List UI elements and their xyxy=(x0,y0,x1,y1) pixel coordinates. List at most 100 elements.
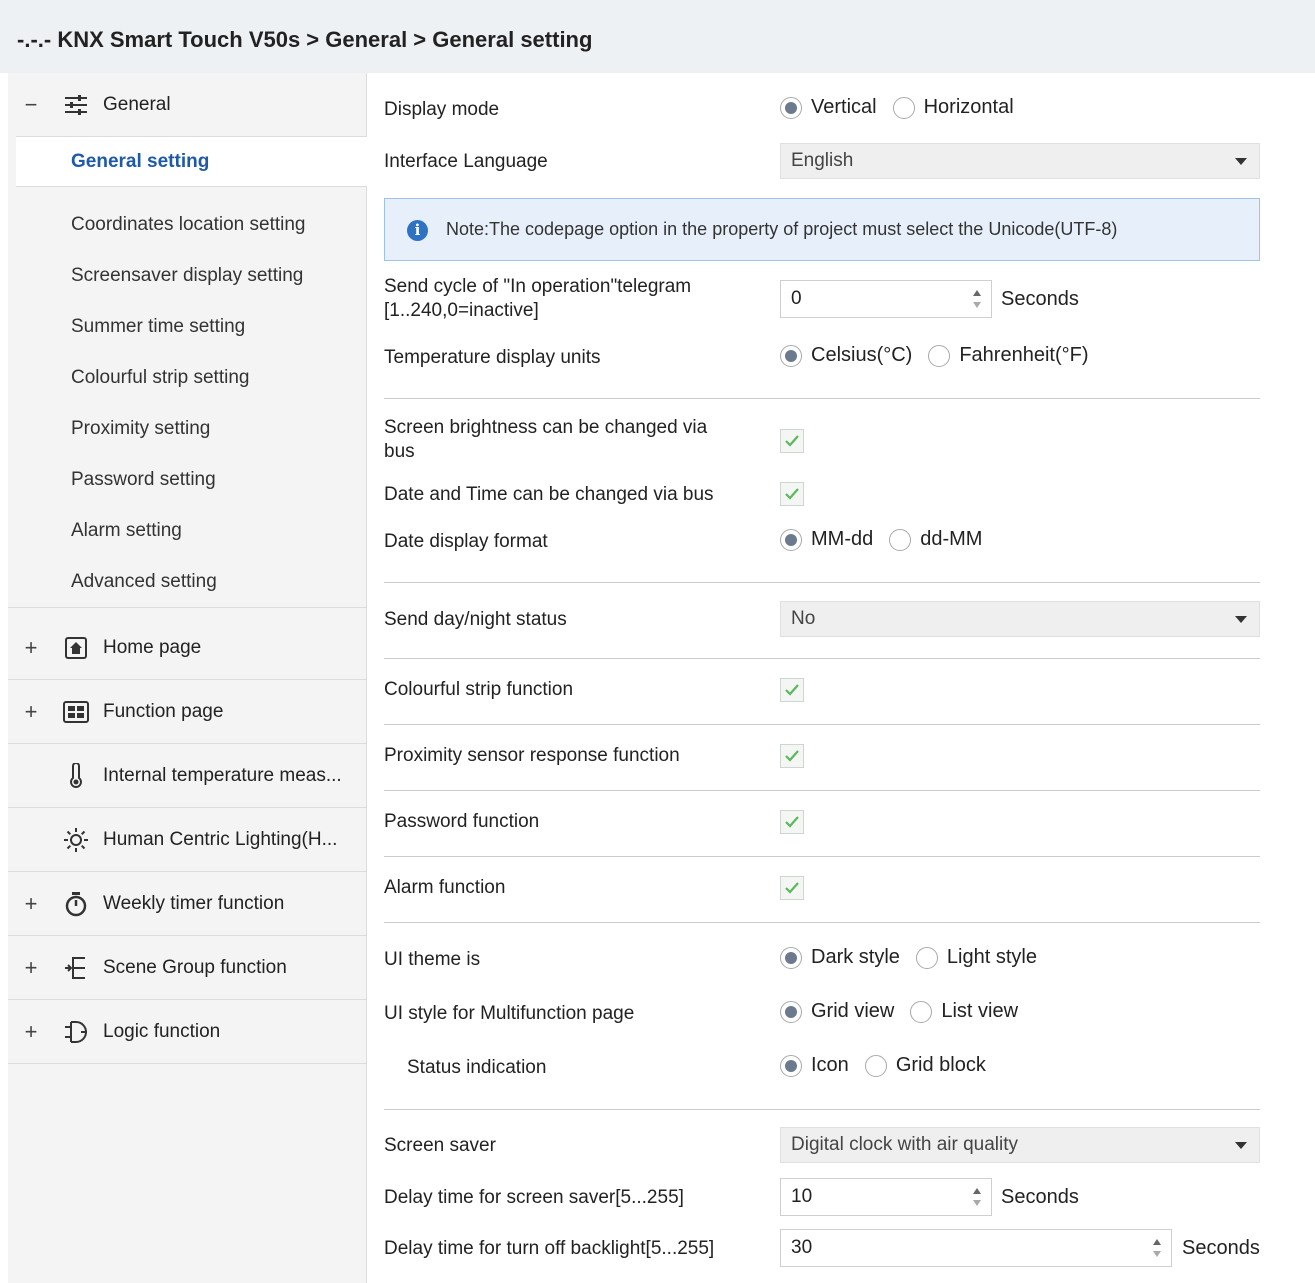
expand-toggle[interactable]: + xyxy=(22,891,40,917)
expand-toggle[interactable]: + xyxy=(22,635,40,661)
celsius-radio[interactable]: Celsius(°C) xyxy=(780,344,912,367)
expand-toggle[interactable]: + xyxy=(22,955,40,981)
day-night-select[interactable]: No xyxy=(780,601,1260,637)
section-divider xyxy=(384,790,1260,791)
spinner-arrows-icon[interactable] xyxy=(1151,1235,1163,1261)
sidebar-item-label: Internal temperature meas... xyxy=(103,764,342,786)
day-night-label: Send day/night status xyxy=(384,609,567,630)
proximity-row: Proximity sensor response function xyxy=(384,741,1260,771)
alarm-checkbox[interactable] xyxy=(780,876,804,900)
screen-saver-row: Screen saver Digital clock with air qual… xyxy=(384,1127,1260,1164)
send-cycle-input[interactable]: 0 xyxy=(780,280,992,318)
delay-saver-input[interactable]: 10 xyxy=(780,1178,992,1216)
expand-toggle[interactable]: + xyxy=(22,1019,40,1045)
sidebar-item-password[interactable]: Password setting xyxy=(8,455,366,506)
delay-backlight-label: Delay time for turn off backlight[5...25… xyxy=(384,1238,715,1259)
send-cycle-unit: Seconds xyxy=(1001,288,1079,310)
sidebar-item-home-page[interactable]: + Home page xyxy=(8,616,366,680)
grid-view-radio[interactable]: Grid view xyxy=(780,1000,894,1023)
date-format-mmdd-radio[interactable]: MM-dd xyxy=(780,528,873,551)
screen-saver-select[interactable]: Digital clock with air quality xyxy=(780,1127,1260,1163)
light-style-radio[interactable]: Light style xyxy=(915,946,1037,969)
brightness-bus-row: Screen brightness can be changed via bus xyxy=(384,416,1260,466)
checkmark-icon xyxy=(785,435,799,447)
datetime-bus-checkbox[interactable] xyxy=(780,482,804,506)
status-indication-row: Status indication Icon Grid block xyxy=(384,1053,1260,1083)
sidebar-item-label: Proximity setting xyxy=(71,418,211,439)
brightness-bus-checkbox[interactable] xyxy=(780,429,804,453)
fahrenheit-radio[interactable]: Fahrenheit(°F) xyxy=(928,344,1089,367)
delay-backlight-input[interactable]: 30 xyxy=(780,1229,1172,1267)
sidebar-item-label: General setting xyxy=(71,151,210,172)
sidebar-item-weekly-timer[interactable]: + Weekly timer function xyxy=(8,872,366,936)
proximity-checkbox[interactable] xyxy=(780,744,804,768)
send-cycle-label: Send cycle of "In operation"telegram [1.… xyxy=(384,276,692,321)
sidebar-item-label: Weekly timer function xyxy=(103,892,285,914)
temperature-units-label: Temperature display units xyxy=(384,347,601,368)
sidebar-item-general-setting[interactable]: General setting xyxy=(16,136,367,187)
checkmark-icon xyxy=(785,882,799,894)
sidebar-item-screensaver-display[interactable]: Screensaver display setting xyxy=(8,251,366,302)
display-mode-vertical-radio[interactable]: Vertical xyxy=(780,96,877,119)
sidebar-item-colourful-strip[interactable]: Colourful strip setting xyxy=(8,353,366,404)
display-mode-row: Display mode Vertical Horizontal xyxy=(384,95,1260,125)
section-divider xyxy=(384,658,1260,659)
password-checkbox[interactable] xyxy=(780,810,804,834)
password-row: Password function xyxy=(384,807,1260,837)
sidebar-item-label: Home page xyxy=(103,636,202,658)
brightness-bus-label: Screen brightness can be changed via bus xyxy=(384,417,708,462)
checkmark-icon xyxy=(785,816,799,828)
sidebar-item-scene-group[interactable]: + Scene Group function xyxy=(8,936,366,1000)
sidebar-item-label: Function page xyxy=(103,700,224,722)
thermometer-icon xyxy=(63,762,89,789)
sidebar-item-summer-time[interactable]: Summer time setting xyxy=(8,302,366,353)
ui-style-label: UI style for Multifunction page xyxy=(384,1003,635,1024)
breadcrumb-title: -.-.- KNX Smart Touch V50s > General > G… xyxy=(17,27,593,52)
interface-language-value: English xyxy=(791,150,854,171)
checkmark-icon xyxy=(785,684,799,696)
grid-block-radio[interactable]: Grid block xyxy=(864,1054,986,1077)
sidebar-item-proximity[interactable]: Proximity setting xyxy=(8,404,366,455)
sidebar-item-label: Screensaver display setting xyxy=(71,265,304,286)
colourful-strip-checkbox[interactable] xyxy=(780,678,804,702)
collapse-toggle[interactable]: − xyxy=(22,92,40,118)
display-mode-label: Display mode xyxy=(384,99,500,120)
sidebar-item-function-page[interactable]: + Function page xyxy=(8,680,366,744)
sidebar-item-advanced[interactable]: Advanced setting xyxy=(8,557,366,608)
date-format-ddmm-radio[interactable]: dd-MM xyxy=(889,528,982,551)
temperature-units-row: Temperature display units Celsius(°C) Fa… xyxy=(384,343,1260,373)
checkmark-icon xyxy=(785,488,799,500)
sidebar-item-label: Summer time setting xyxy=(71,316,246,337)
expand-toggle[interactable]: + xyxy=(22,699,40,725)
screen-saver-label: Screen saver xyxy=(384,1135,496,1156)
password-label: Password function xyxy=(384,811,540,832)
sidebar-item-internal-temperature[interactable]: Internal temperature meas... xyxy=(8,744,366,808)
date-format-row: Date display format MM-dd dd-MM xyxy=(384,527,1260,557)
display-mode-horizontal-radio[interactable]: Horizontal xyxy=(892,96,1014,119)
sidebar-item-general[interactable]: − General xyxy=(8,73,366,136)
datetime-bus-row: Date and Time can be changed via bus xyxy=(384,480,1260,510)
spinner-arrows-icon[interactable] xyxy=(971,286,983,312)
home-icon xyxy=(63,635,89,661)
spinner-arrows-icon[interactable] xyxy=(971,1184,983,1210)
icon-radio[interactable]: Icon xyxy=(780,1054,849,1077)
dark-style-radio[interactable]: Dark style xyxy=(780,946,900,969)
list-view-radio[interactable]: List view xyxy=(910,1000,1018,1023)
alarm-label: Alarm function xyxy=(384,877,506,898)
section-divider xyxy=(384,922,1260,923)
function-grid-icon xyxy=(63,699,89,725)
interface-language-label: Interface Language xyxy=(384,151,548,172)
sun-icon xyxy=(63,827,89,853)
screen-saver-value: Digital clock with air quality xyxy=(791,1134,1019,1155)
sidebar-item-logic-function[interactable]: + Logic function xyxy=(8,1000,366,1064)
interface-language-select[interactable]: English xyxy=(780,143,1260,179)
sidebar-item-coordinates-location[interactable]: Coordinates location setting xyxy=(8,200,366,251)
colourful-strip-label: Colourful strip function xyxy=(384,679,574,700)
proximity-label: Proximity sensor response function xyxy=(384,745,680,766)
sidebar-item-human-centric-lighting[interactable]: Human Centric Lighting(H... xyxy=(8,808,366,872)
sidebar-item-alarm[interactable]: Alarm setting xyxy=(8,506,366,557)
title-bar: -.-.- KNX Smart Touch V50s > General > G… xyxy=(0,0,1315,73)
datetime-bus-label: Date and Time can be changed via bus xyxy=(384,484,714,505)
section-divider xyxy=(384,724,1260,725)
delay-saver-label: Delay time for screen saver[5...255] xyxy=(384,1187,684,1208)
